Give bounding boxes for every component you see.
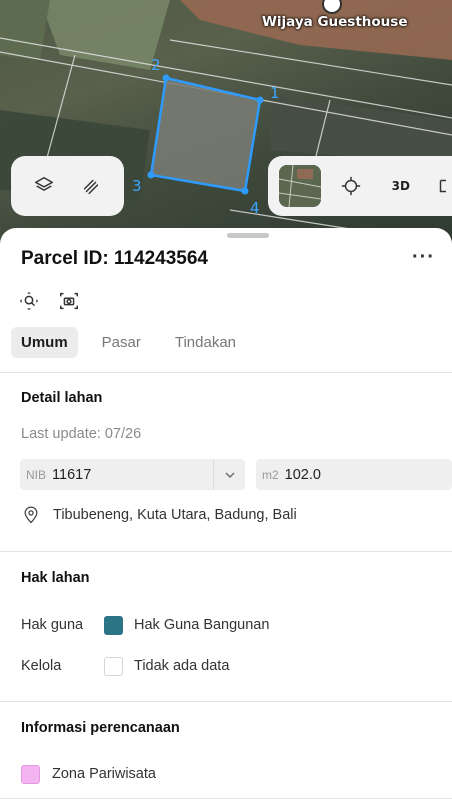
layers-icon [35,177,54,191]
area-field: m2 102.0 [256,459,452,490]
nib-select[interactable]: NIB 11617 [20,459,245,490]
vertex-label-1: 1 [270,84,280,102]
divider [0,798,452,799]
location-pin-icon [24,506,38,524]
hak-guna-label: Hak guna [21,617,84,633]
tab-bar: Umum Pasar Tindakan [11,327,246,358]
locate-button[interactable] [330,164,374,208]
vertex-label-4: 4 [250,199,260,217]
land-detail-title: Detail lahan [21,390,103,406]
hak-guna-value: Hak Guna Bangunan [134,617,270,633]
locate-icon [342,176,361,196]
more-icon [440,179,447,193]
tab-pasar[interactable]: Pasar [92,327,151,358]
area-value: 102.0 [284,466,321,483]
parcel-detail-sheet: Parcel ID: 114243564 ··· Umum Pasar Tind… [0,228,452,804]
nib-label: NIB [26,467,47,482]
basemap-button[interactable] [278,164,322,208]
land-rights-title: Hak lahan [21,570,90,586]
tab-umum[interactable]: Umum [11,327,78,358]
vertex-label-3: 3 [132,177,142,195]
vertex-label-2: 2 [151,56,161,74]
parcel-actions [18,290,80,312]
3d-button[interactable]: 3D [379,164,423,208]
3d-label: 3D [391,179,410,193]
kelola-label: Kelola [21,658,62,674]
divider [0,372,452,373]
zoom-to-parcel-button[interactable] [18,290,40,312]
hak-guna-swatch [104,616,123,635]
last-update-text: Last update: 07/26 [21,426,142,442]
divider [0,551,452,552]
zone-label: Zona Pariwisata [52,766,156,782]
poi-marker[interactable]: Wijaya Guesthouse [262,0,408,30]
divider [0,701,452,702]
satellite-thumbnail [278,165,321,207]
screenshot-button[interactable] [58,290,80,312]
kelola-swatch [104,657,123,676]
map-toolbar-right: 3D [268,156,452,216]
draw-button[interactable] [69,164,113,208]
more-options-button[interactable]: ··· [412,246,435,269]
nib-value: 11617 [52,466,92,483]
guesthouse-icon [322,0,342,14]
draw-icon [83,179,98,195]
map-view[interactable]: Wijaya Guesthouse 1 2 3 4 3D [0,0,452,245]
camera-icon [60,292,78,310]
parcel-title: Parcel ID: 114243564 [21,248,208,269]
address-text: Tibubeneng, Kuta Utara, Badung, Bali [53,507,297,523]
map-toolbar-left [11,156,124,216]
sheet-drag-handle[interactable] [227,233,269,238]
poi-label: Wijaya Guesthouse [262,14,408,30]
chevron-down-icon[interactable] [213,459,245,490]
zoom-to-parcel-icon [19,291,39,311]
more-map-button[interactable] [425,164,452,208]
kelola-value: Tidak ada data [134,658,230,674]
tab-tindakan[interactable]: Tindakan [165,327,246,358]
area-unit-label: m2 [262,467,279,482]
planning-title: Informasi perencanaan [21,720,180,736]
layers-button[interactable] [22,164,66,208]
zone-swatch [21,765,40,784]
address-row: Tibubeneng, Kuta Utara, Badung, Bali [21,505,297,525]
